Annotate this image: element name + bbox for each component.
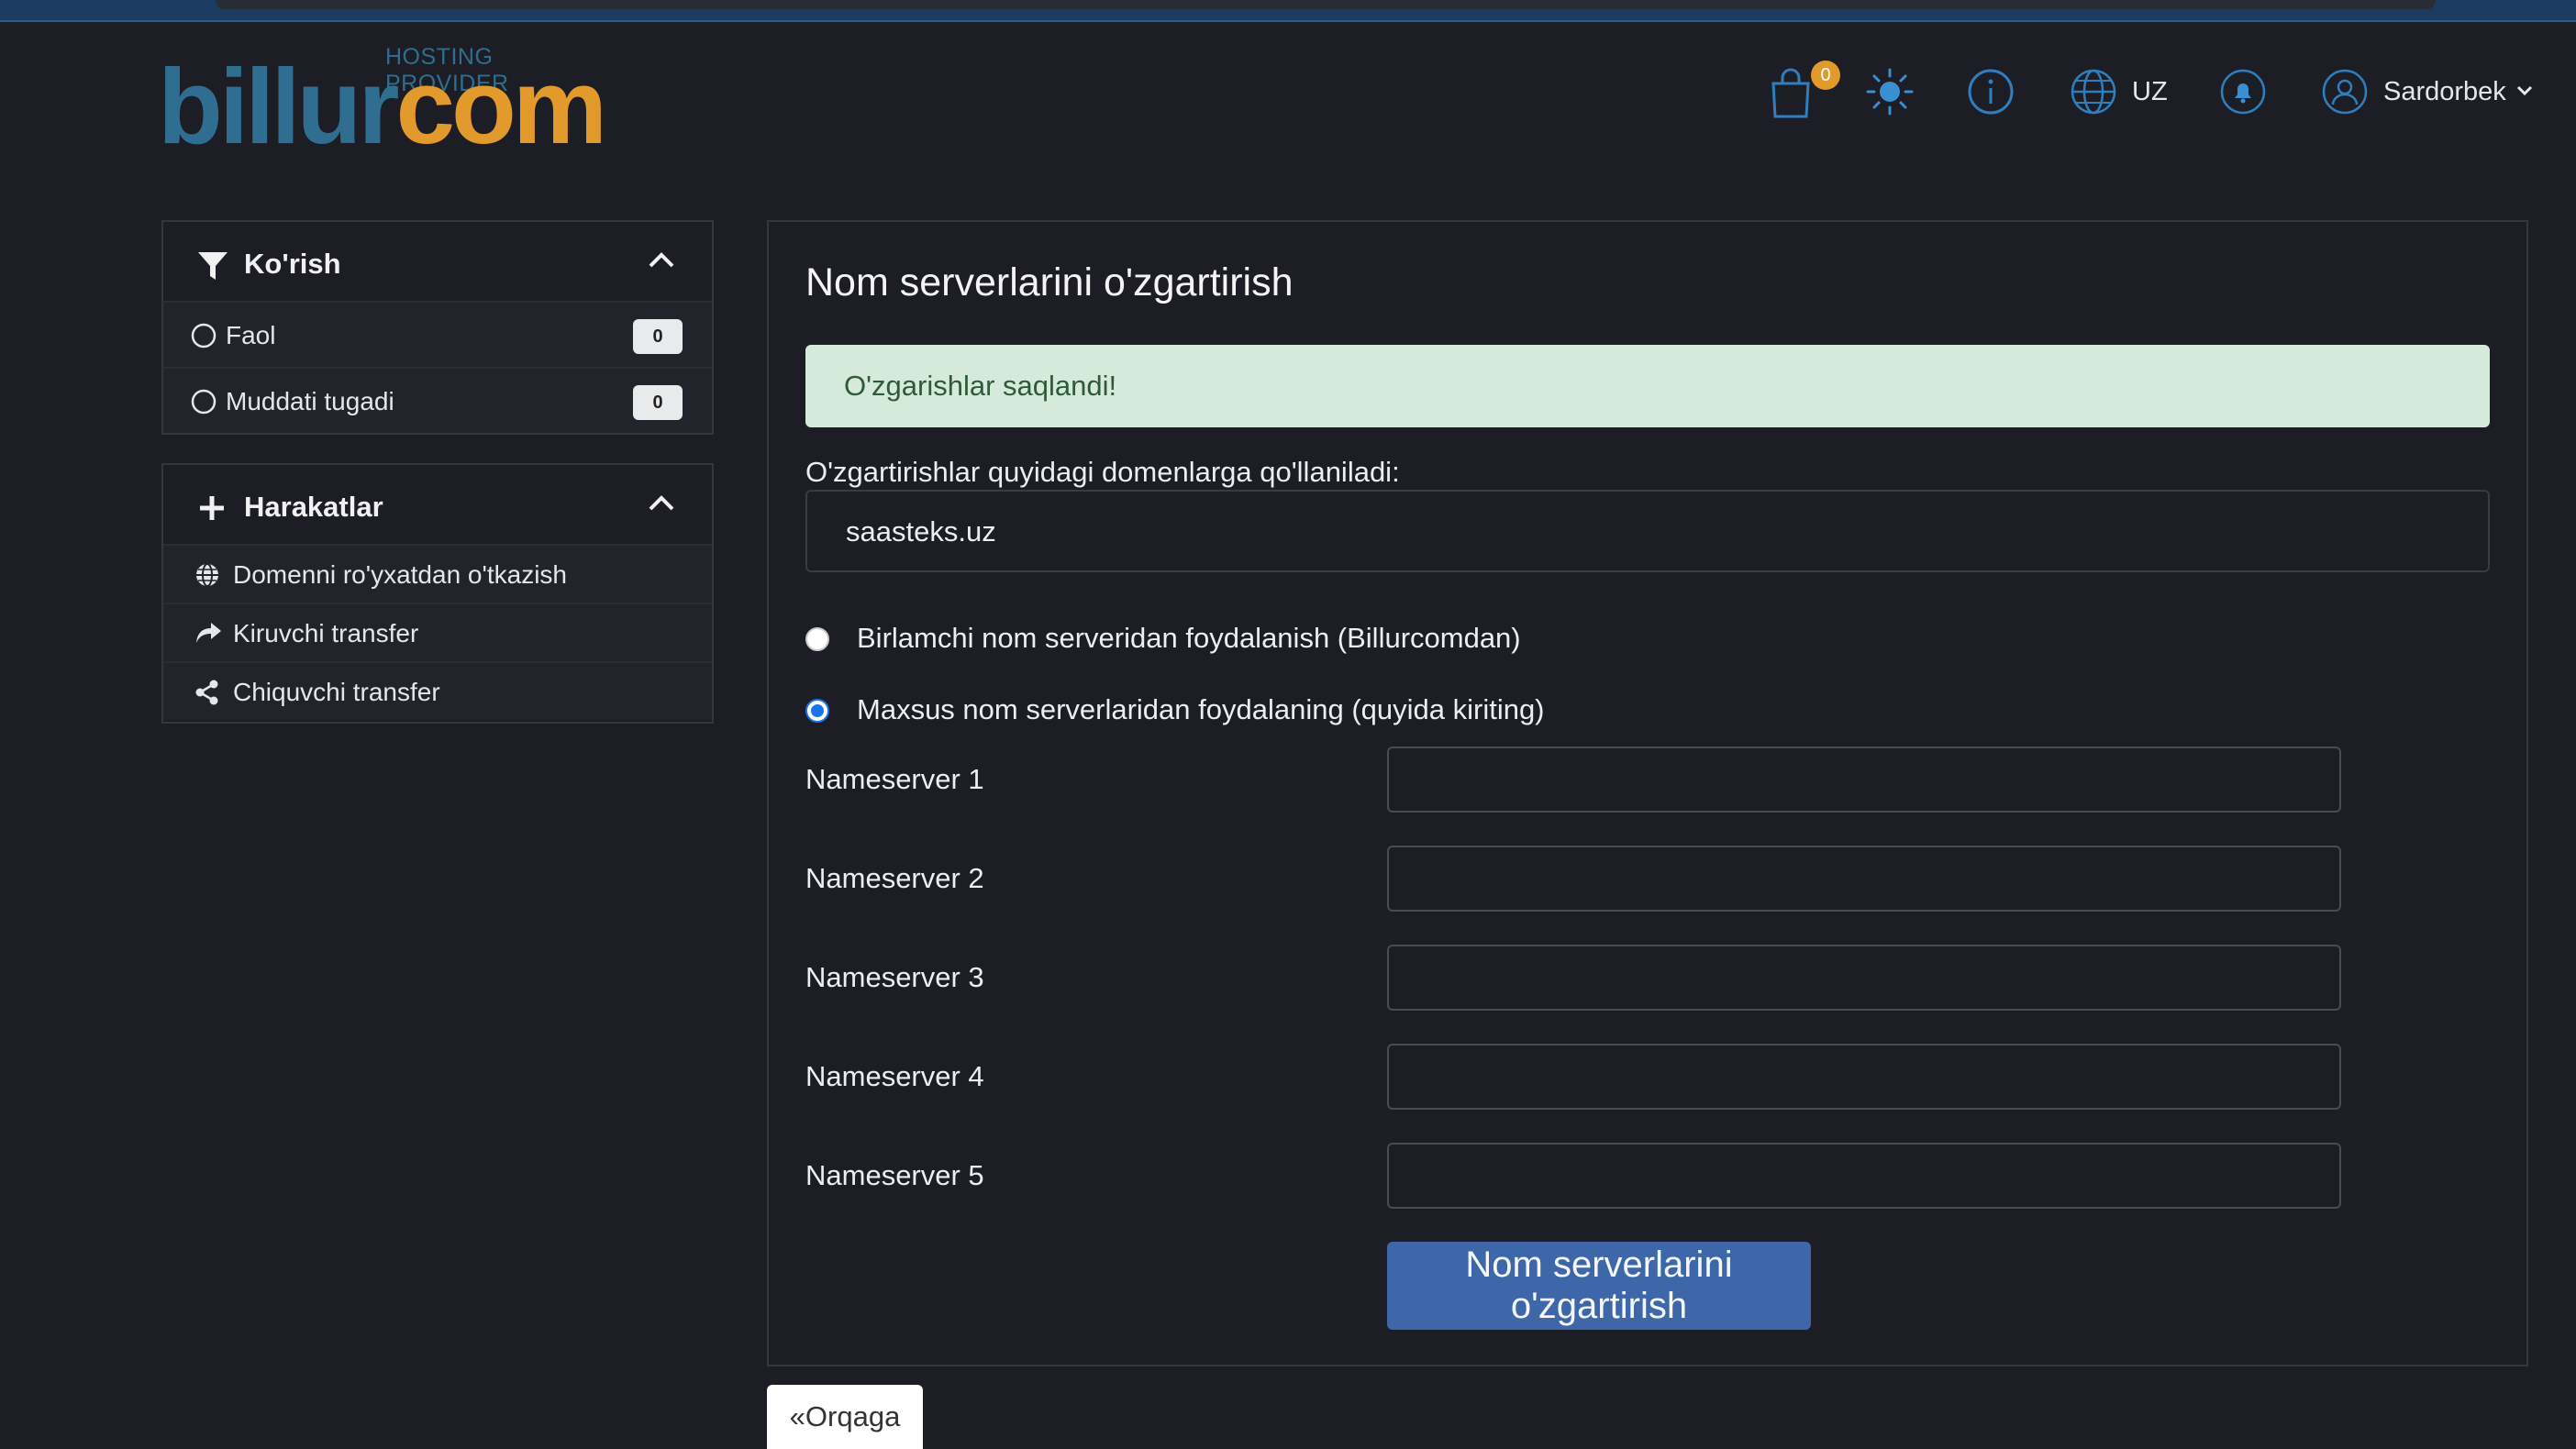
action-label: Domenni ro'yxatdan o'tkazish xyxy=(233,560,567,589)
count-badge: 0 xyxy=(633,319,683,354)
user-icon[interactable] xyxy=(2319,66,2371,117)
chevron-up-icon[interactable] xyxy=(648,492,675,519)
cart-count-badge: 0 xyxy=(1811,61,1840,90)
nameserver-1-label: Nameserver 1 xyxy=(805,763,984,795)
success-alert: O'zgarishlar saqlandi! xyxy=(805,345,2490,427)
user-menu-name[interactable]: Sardorbek xyxy=(2383,77,2506,107)
page-title: Nom serverlarini o'zgartirish xyxy=(805,260,1294,304)
action-label: Kiruvchi transfer xyxy=(233,619,419,647)
globe-icon xyxy=(194,562,220,592)
domains-label: O'zgartirishlar quyidagi domenlarga qo'l… xyxy=(805,456,1400,488)
logo-wordmark: billurcom xyxy=(158,53,607,160)
logo[interactable]: HOSTING PROVIDER billurcom xyxy=(158,44,616,160)
domain-name: saasteks.uz xyxy=(846,515,996,548)
action-incoming-transfer[interactable]: Kiruvchi transfer xyxy=(163,603,712,661)
filter-item-active[interactable]: Faol 0 xyxy=(163,301,712,367)
circle-icon xyxy=(191,323,217,353)
action-register-domain[interactable]: Domenni ro'yxatdan o'tkazish xyxy=(163,544,712,603)
action-label: Chiquvchi transfer xyxy=(233,678,440,706)
info-icon[interactable] xyxy=(1965,66,2016,117)
view-filter-panel: Ko'rish Faol 0 Muddati tugadi 0 xyxy=(161,220,714,435)
globe-icon[interactable] xyxy=(2068,66,2119,117)
nameserver-3-label: Nameserver 3 xyxy=(805,961,984,993)
nameserver-5-label: Nameserver 5 xyxy=(805,1159,984,1191)
actions-panel: Harakatlar Domenni ro'yxatdan o'tkazish … xyxy=(161,463,714,724)
view-filter-header[interactable]: Ko'rish xyxy=(163,222,712,301)
shopping-bag-icon[interactable] xyxy=(1765,66,1816,121)
logo-word-part2: com xyxy=(395,47,608,166)
top-pill xyxy=(216,0,2436,9)
domain-list-box: saasteks.uz xyxy=(805,490,2490,572)
bell-icon[interactable] xyxy=(2217,66,2269,117)
circle-icon xyxy=(191,389,217,419)
filter-item-label: Faol xyxy=(226,321,276,349)
nameserver-form-panel: Nom serverlarini o'zgartirish O'zgarishl… xyxy=(767,220,2528,1366)
plus-icon xyxy=(196,492,228,528)
radio-default-label[interactable]: Birlamchi nom serveridan foydalanish (Bi… xyxy=(857,622,1521,655)
nameserver-4-label: Nameserver 4 xyxy=(805,1060,984,1092)
nameserver-2-label: Nameserver 2 xyxy=(805,862,984,894)
view-filter-title: Ko'rish xyxy=(244,248,341,280)
count-badge: 0 xyxy=(633,385,683,420)
browser-top-strip xyxy=(0,0,2576,20)
actions-header[interactable]: Harakatlar xyxy=(163,465,712,544)
top-accent-line xyxy=(0,20,2576,22)
logo-word-part1: billur xyxy=(158,47,400,166)
nameserver-1-input[interactable] xyxy=(1387,747,2341,813)
sun-icon[interactable] xyxy=(1862,64,1917,119)
language-selector[interactable]: UZ xyxy=(2132,77,2168,107)
share-nodes-icon xyxy=(194,680,220,710)
chevron-up-icon[interactable] xyxy=(648,249,675,276)
radio-button-custom[interactable] xyxy=(805,699,829,723)
filter-item-label: Muddati tugadi xyxy=(226,387,394,415)
back-button[interactable]: «Orqaga xyxy=(767,1385,923,1449)
radio-button-default[interactable] xyxy=(805,627,829,651)
filter-icon xyxy=(196,249,229,287)
nameserver-3-input[interactable] xyxy=(1387,945,2341,1011)
nameserver-4-input[interactable] xyxy=(1387,1044,2341,1110)
share-arrow-icon xyxy=(194,621,222,649)
success-alert-text: O'zgarishlar saqlandi! xyxy=(844,370,1117,402)
actions-title: Harakatlar xyxy=(244,491,383,523)
nameserver-2-input[interactable] xyxy=(1387,846,2341,912)
change-nameservers-button[interactable]: Nom serverlarini o'zgartirish xyxy=(1387,1242,1811,1330)
nameserver-5-input[interactable] xyxy=(1387,1143,2341,1209)
filter-item-expired[interactable]: Muddati tugadi 0 xyxy=(163,367,712,433)
radio-custom-label[interactable]: Maxsus nom serverlaridan foydalaning (qu… xyxy=(857,693,1545,726)
chevron-down-icon[interactable] xyxy=(2515,84,2534,102)
action-outgoing-transfer[interactable]: Chiquvchi transfer xyxy=(163,661,712,720)
